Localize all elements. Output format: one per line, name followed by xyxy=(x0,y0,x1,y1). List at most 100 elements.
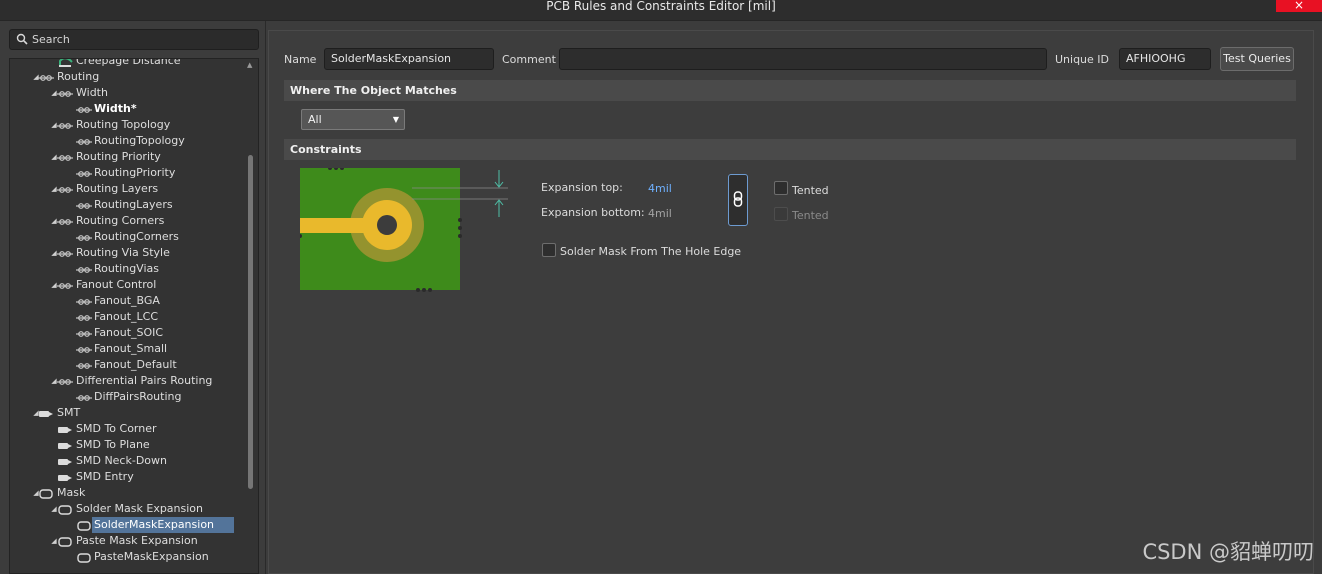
rule-type-icon xyxy=(57,152,73,162)
rule-type-icon xyxy=(57,216,73,226)
constraints-section-header: Constraints xyxy=(284,139,1296,160)
expansion-bottom-value: 4mil xyxy=(648,207,672,220)
rule-type-icon xyxy=(57,88,73,98)
tree-item[interactable]: ◢ Routing Priority xyxy=(10,149,244,165)
mask-instance-icon xyxy=(76,552,92,563)
tree-item[interactable]: ◢ Routing Layers xyxy=(10,181,244,197)
tree-item-label: SolderMaskExpansion xyxy=(92,517,234,533)
tree-item[interactable]: Width* xyxy=(10,101,244,117)
tree-item[interactable]: ◢ Paste Mask Expansion xyxy=(10,533,244,549)
object-match-dropdown[interactable]: All ▼ xyxy=(301,109,405,130)
tree-item[interactable]: RoutingLayers xyxy=(10,197,244,213)
tree-item-label: Routing Via Style xyxy=(76,246,170,259)
tree-item[interactable]: ◢ Solder Mask Expansion xyxy=(10,501,244,517)
rule-instance-icon xyxy=(76,344,92,354)
smd-rule-icon xyxy=(57,440,73,450)
tree-item-label: SMT xyxy=(57,406,81,419)
rule-instance-icon xyxy=(76,104,92,114)
rules-tree-panel: Creepage Distance ◢Routing◢WidthWidth* ◢Ro… xyxy=(0,21,266,574)
name-label: Name xyxy=(284,53,317,66)
name-field[interactable]: SolderMaskExpansion xyxy=(324,48,494,70)
tree-item-label: Fanout_LCC xyxy=(94,310,159,323)
rule-instance-icon xyxy=(76,312,92,322)
rule-type-icon xyxy=(57,120,73,130)
tree-item[interactable]: ◢ Mask xyxy=(10,485,244,501)
tree-item[interactable]: ◢ Routing xyxy=(10,69,244,85)
search-input[interactable] xyxy=(32,32,252,47)
trace xyxy=(300,218,370,233)
tree-item[interactable]: ◢ Routing Topology xyxy=(10,117,244,133)
tree-item[interactable]: ◢ Routing Corners xyxy=(10,213,244,229)
tree-item[interactable]: SMD To Plane xyxy=(10,437,244,453)
rule-instance-icon xyxy=(76,296,92,306)
tree-item-label: Creepage Distance xyxy=(76,58,181,67)
tree-item[interactable]: Fanout_LCC xyxy=(10,309,244,325)
rule-type-icon xyxy=(57,280,73,290)
tree-item[interactable]: Fanout_Default xyxy=(10,357,244,373)
tree-item[interactable]: SolderMaskExpansion xyxy=(10,517,244,533)
tree-item[interactable]: Fanout_Small xyxy=(10,341,244,357)
tree-item[interactable]: RoutingPriority xyxy=(10,165,244,181)
tree-item[interactable]: ◢ Differential Pairs Routing xyxy=(10,373,244,389)
tree-item[interactable]: SMD To Corner xyxy=(10,421,244,437)
tented-bottom-checkbox xyxy=(774,207,788,221)
tree-item-label: SMD Entry xyxy=(76,470,134,483)
tree-item[interactable]: DiffPairsRouting xyxy=(10,389,244,405)
tree-item-label: Paste Mask Expansion xyxy=(76,534,198,547)
hole-edge-checkbox[interactable] xyxy=(542,243,556,257)
tree-item[interactable]: ◢ SMT xyxy=(10,405,244,421)
dropdown-value: All xyxy=(308,113,322,126)
tree-item-label: SMD Neck-Down xyxy=(76,454,167,467)
unique-id-field[interactable]: AFHIOOHG xyxy=(1119,48,1211,70)
tree-item[interactable]: RoutingCorners xyxy=(10,229,244,245)
tree-item-label: Routing Layers xyxy=(76,182,159,195)
close-button[interactable]: × xyxy=(1276,0,1322,12)
expansion-bottom-label: Expansion bottom: xyxy=(541,206,645,219)
rule-type-icon xyxy=(57,376,73,386)
expansion-top-value[interactable]: 4mil xyxy=(648,182,672,195)
solder-mask-diagram xyxy=(300,168,508,292)
rule-instance-icon xyxy=(76,136,92,146)
tree-item-label: Routing Priority xyxy=(76,150,161,163)
scrollbar-thumb[interactable] xyxy=(248,155,253,489)
rule-instance-icon xyxy=(76,360,92,370)
comment-label: Comment xyxy=(502,53,556,66)
tree-item[interactable]: Creepage Distance xyxy=(10,58,244,69)
tented-bottom-label: Tented xyxy=(792,209,829,222)
tree-item-label: RoutingLayers xyxy=(94,198,173,211)
rule-instance-icon xyxy=(76,232,92,242)
search-box[interactable] xyxy=(9,29,259,50)
tree-item[interactable]: SMD Neck-Down xyxy=(10,453,244,469)
rule-instance-icon xyxy=(76,392,92,402)
mask-rule-icon xyxy=(57,504,73,515)
scroll-up-arrow[interactable]: ▲ xyxy=(247,61,255,69)
mask-rule-icon xyxy=(57,536,73,547)
tree-item-label: RoutingTopology xyxy=(94,134,185,147)
tree-item[interactable]: Fanout_SOIC xyxy=(10,325,244,341)
comment-field[interactable] xyxy=(559,48,1047,70)
rule-editor-panel: Name SolderMaskExpansion Comment Unique … xyxy=(268,30,1314,574)
tree-item[interactable]: Fanout_BGA xyxy=(10,293,244,309)
watermark: CSDN @貂蝉叨叨 xyxy=(1142,540,1314,564)
tree-item[interactable]: RoutingTopology xyxy=(10,133,244,149)
test-queries-button[interactable]: Test Queries xyxy=(1220,47,1294,71)
mask-instance-icon xyxy=(76,520,92,531)
tree-scrollbar[interactable]: ▲ xyxy=(244,59,258,573)
tented-top-label: Tented xyxy=(792,184,829,197)
tree-item-label: Solder Mask Expansion xyxy=(76,502,204,515)
tree-item-label: SMD To Plane xyxy=(76,438,150,451)
tree-item[interactable]: SMD Entry xyxy=(10,469,244,485)
tree-item-label: Fanout_SOIC xyxy=(94,326,164,339)
tree-item[interactable]: ◢ Width xyxy=(10,85,244,101)
tree-item[interactable]: RoutingVias xyxy=(10,261,244,277)
tree-item[interactable]: PasteMaskExpansion xyxy=(10,549,244,565)
tree-item[interactable]: ◢ Routing Via Style xyxy=(10,245,244,261)
mask-category-icon xyxy=(38,488,54,499)
smd-rule-icon xyxy=(57,456,73,466)
tree-item[interactable]: ◢ Fanout Control xyxy=(10,277,244,293)
window-title: PCB Rules and Constraints Editor [mil] xyxy=(546,0,776,13)
rules-tree: Creepage Distance ◢ Routing ◢ Width Width* ◢ Ro… xyxy=(9,58,259,574)
tented-top-checkbox[interactable] xyxy=(774,181,788,195)
link-values-button[interactable] xyxy=(728,174,748,226)
smt-category-icon xyxy=(38,408,54,418)
